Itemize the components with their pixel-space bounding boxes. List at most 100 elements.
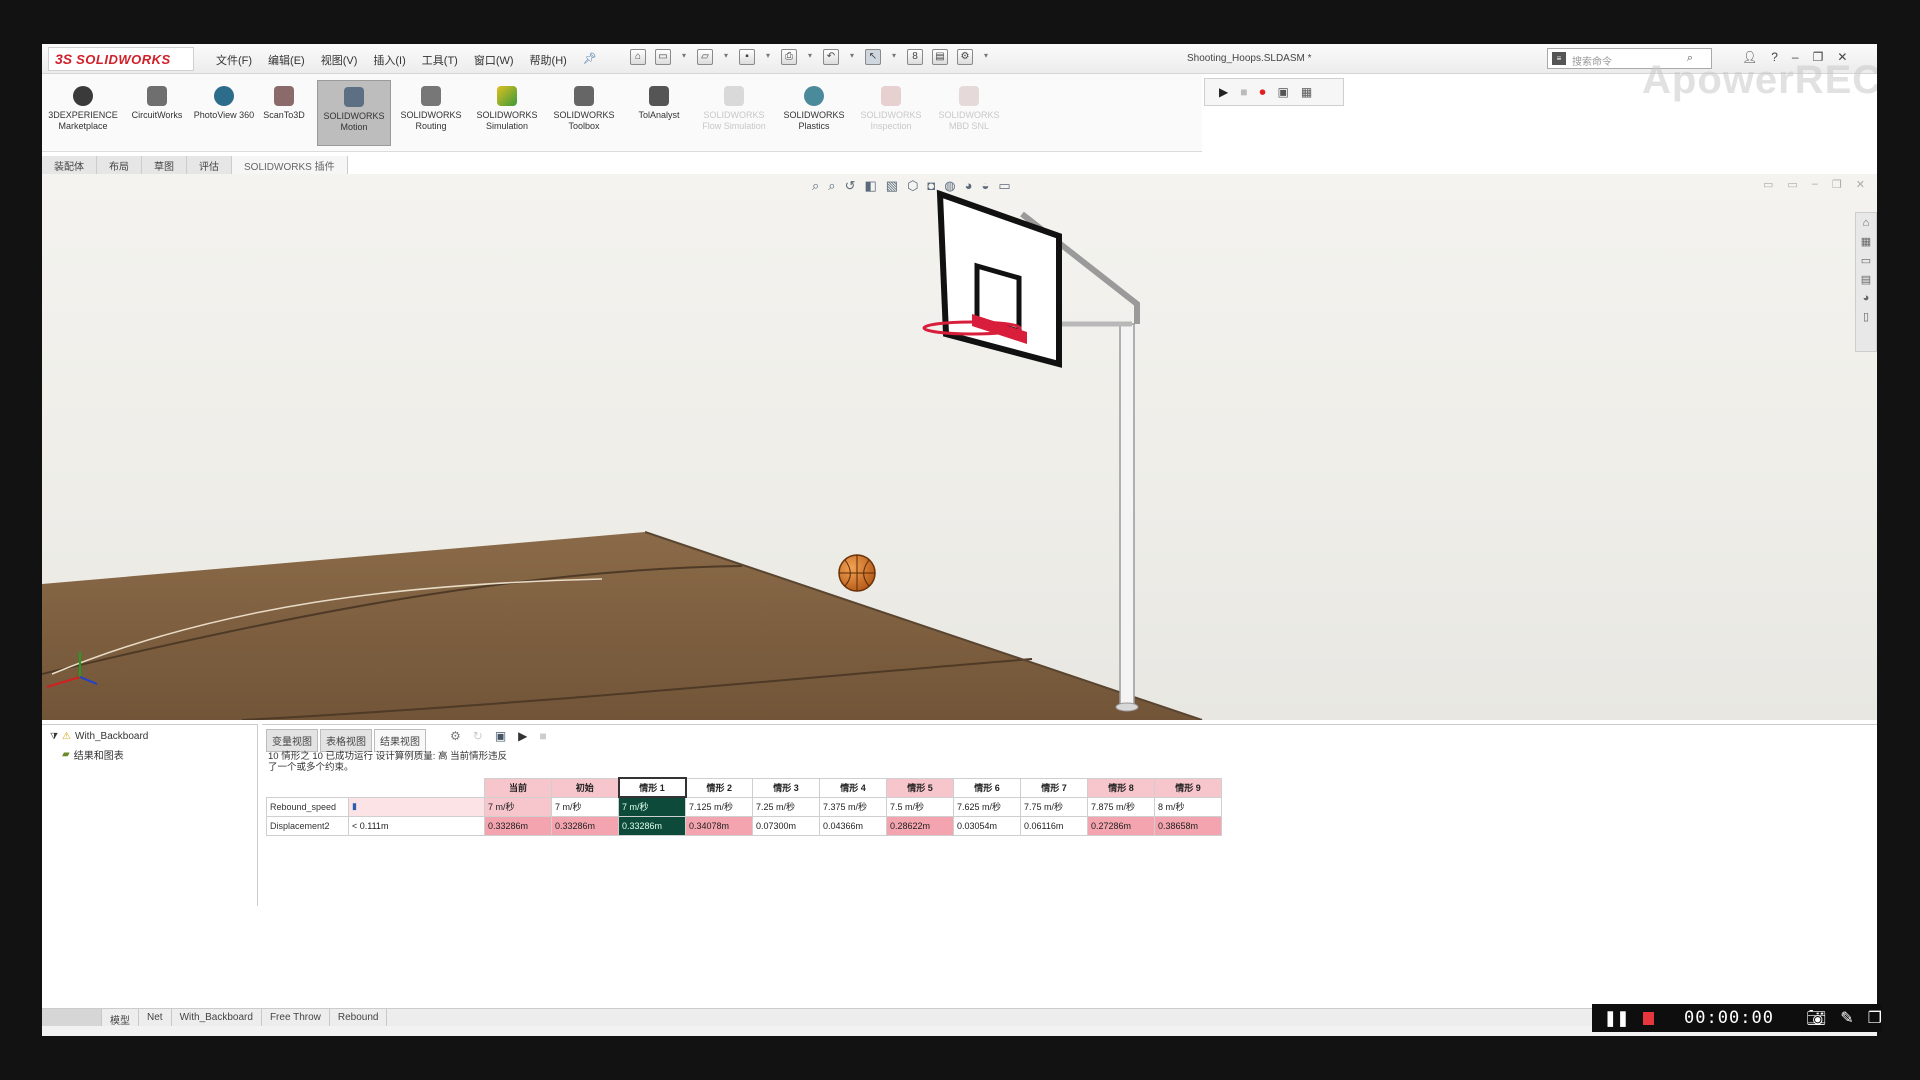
cmd-solidworks-motion[interactable]: SOLIDWORKS Motion [317,80,391,146]
table-cell[interactable]: 0.34078m [685,815,753,836]
print-icon[interactable]: ⎙ [781,49,797,65]
tab-free-throw[interactable]: Free Throw [262,1009,330,1026]
col-scenario-1[interactable]: 情形 1 [617,777,687,798]
col-scenario-5[interactable]: 情形 5 [886,777,954,798]
table-cell[interactable]: 0.03054m [953,815,1021,836]
solidworks-resources-icon[interactable]: ⌂ [1863,217,1870,229]
tab-with-backboard[interactable]: With_Backboard [172,1009,262,1026]
viewport-restore-icon[interactable]: ❐ [1832,178,1842,191]
tab-results-view[interactable]: 结果视图 [374,729,426,752]
table-cell[interactable]: 7 m/秒 [618,796,686,817]
table-cell[interactable]: 7.125 m/秒 [685,796,753,817]
table-cell[interactable]: 7 m/秒 [551,796,619,817]
undo-icon[interactable]: ↶ [823,49,839,65]
cmd-tolanalyst[interactable]: TolAnalyst [622,80,696,146]
pause-icon[interactable]: ❚❚ [1604,1009,1629,1027]
file-properties-icon[interactable]: ▤ [932,49,948,65]
chevron-down-icon[interactable]: ▾ [680,49,688,65]
study-run-icon[interactable]: ▶ [518,729,527,743]
edit-appearance-icon[interactable]: ◕ [965,178,973,194]
table-cell[interactable]: 7.375 m/秒 [819,796,887,817]
chevron-down-icon[interactable]: ▾ [806,49,814,65]
stop-record-icon[interactable] [1643,1011,1655,1025]
slider-thumb-icon[interactable]: ▮ [352,801,357,811]
chevron-down-icon[interactable]: ▾ [982,49,990,65]
previous-view-icon[interactable]: ↺ [845,178,856,194]
section-view-icon[interactable]: ◧ [864,178,876,194]
study-options-icon[interactable]: ⚙ [450,729,461,743]
cmd-simulation[interactable]: SOLIDWORKS Simulation [470,80,544,146]
tab-net[interactable]: Net [139,1009,172,1026]
zoom-to-fit-icon[interactable]: ⌕ [812,178,819,194]
tab-variable-view[interactable]: 变量视图 [266,729,318,752]
table-cell[interactable]: 0.28622m [886,815,954,836]
menu-help[interactable]: 帮助(H) [530,52,567,68]
view-palette-icon[interactable]: ▤ [1861,273,1871,286]
col-scenario-8[interactable]: 情形 8 [1087,777,1155,798]
chevron-down-icon[interactable]: ▾ [764,49,772,65]
study-properties-icon[interactable]: ▦ [1301,85,1312,99]
table-cell[interactable]: 0.06116m [1020,815,1088,836]
chevron-down-icon[interactable]: ▾ [722,49,730,65]
cmd-marketplace[interactable]: 3DEXPERIENCE Marketplace [46,80,120,146]
viewport-split-icon[interactable]: ▭ [1787,178,1797,191]
filter-icon[interactable]: ⧩ [50,731,58,742]
select-icon[interactable]: ↖ [865,49,881,65]
col-scenario-7[interactable]: 情形 7 [1020,777,1088,798]
pin-icon[interactable]: 📌︎ [583,52,597,68]
tab-sketch[interactable]: 草图 [142,156,187,174]
tab-table-view[interactable]: 表格视图 [320,729,372,752]
col-current[interactable]: 当前 [484,777,552,798]
col-initial[interactable]: 初始 [551,777,619,798]
constraint-value[interactable]: < 0.111m [348,815,485,836]
table-cell[interactable]: 0.33286m [551,815,619,836]
apply-scene-icon[interactable]: ◒ [981,178,989,194]
table-cell[interactable]: 7 m/秒 [484,796,552,817]
tab-scroll-arrows[interactable] [42,1009,102,1026]
tree-results[interactable]: ▰ 结果和图表 [62,747,124,762]
table-cell[interactable]: 0.07300m [752,815,820,836]
home-icon[interactable]: ⌂ [630,49,646,65]
menu-insert[interactable]: 插入(I) [373,52,405,68]
menu-edit[interactable]: 编辑(E) [268,52,305,68]
table-cell[interactable]: 0.38658m [1154,815,1222,836]
design-library-icon[interactable]: ▦ [1861,235,1871,248]
tab-evaluate[interactable]: 评估 [187,156,232,174]
chevron-down-icon[interactable]: ▾ [848,49,856,65]
window-icon[interactable]: ❐ [1868,1008,1882,1028]
solidworks-logo[interactable]: 3S SOLIDWORKS [48,47,194,71]
record-icon[interactable]: ⏺ [1259,85,1265,100]
menu-tools[interactable]: 工具(T) [422,52,458,68]
viewport-tile-icon[interactable]: ▭ [1763,178,1773,191]
viewport-minimize-icon[interactable]: – [1812,178,1818,191]
table-cell[interactable]: 0.33286m [484,815,552,836]
view-orientation-icon[interactable]: ⬡ [907,178,918,194]
table-cell[interactable]: 0.27286m [1087,815,1155,836]
col-scenario-9[interactable]: 情形 9 [1154,777,1222,798]
zoom-to-area-icon[interactable]: ⌕ [828,178,835,194]
col-scenario-6[interactable]: 情形 6 [953,777,1021,798]
menu-file[interactable]: 文件(F) [216,52,252,68]
dynamic-annotation-icon[interactable]: ▧ [886,178,898,194]
col-scenario-2[interactable]: 情形 2 [685,777,753,798]
table-cell[interactable]: 0.04366m [819,815,887,836]
tab-rebound[interactable]: Rebound [330,1009,388,1026]
stop-icon[interactable]: ■ [1240,85,1247,99]
new-document-icon[interactable]: ▭ [655,49,671,65]
current-value-slider[interactable]: ▮ [348,796,485,817]
view-settings-icon[interactable]: ▭ [998,178,1010,194]
graphics-area[interactable]: ⌕ ⌕ ↺ ◧ ▧ ⬡ ◘ ◍ ◕ ◒ ▭ ▭ ▭ – ❐ ✕ ⌂ ▦ ▭ ▤ … [42,174,1877,720]
tab-model[interactable]: 模型 [102,1009,139,1027]
cmd-circuitworks[interactable]: CircuitWorks [120,80,194,146]
appearances-icon[interactable]: ◕ [1863,292,1870,304]
col-scenario-3[interactable]: 情形 3 [752,777,820,798]
custom-properties-icon[interactable]: ▯ [1863,310,1869,323]
menu-view[interactable]: 视图(V) [321,52,358,68]
table-cell[interactable]: 7.75 m/秒 [1020,796,1088,817]
table-cell[interactable]: 7.5 m/秒 [886,796,954,817]
table-cell[interactable]: 8 m/秒 [1154,796,1222,817]
study-stop-icon[interactable]: ■ [539,729,546,743]
study-save-icon[interactable]: ▣ [495,729,506,743]
col-scenario-4[interactable]: 情形 4 [819,777,887,798]
study-refresh-icon[interactable]: ↻ [473,729,483,743]
